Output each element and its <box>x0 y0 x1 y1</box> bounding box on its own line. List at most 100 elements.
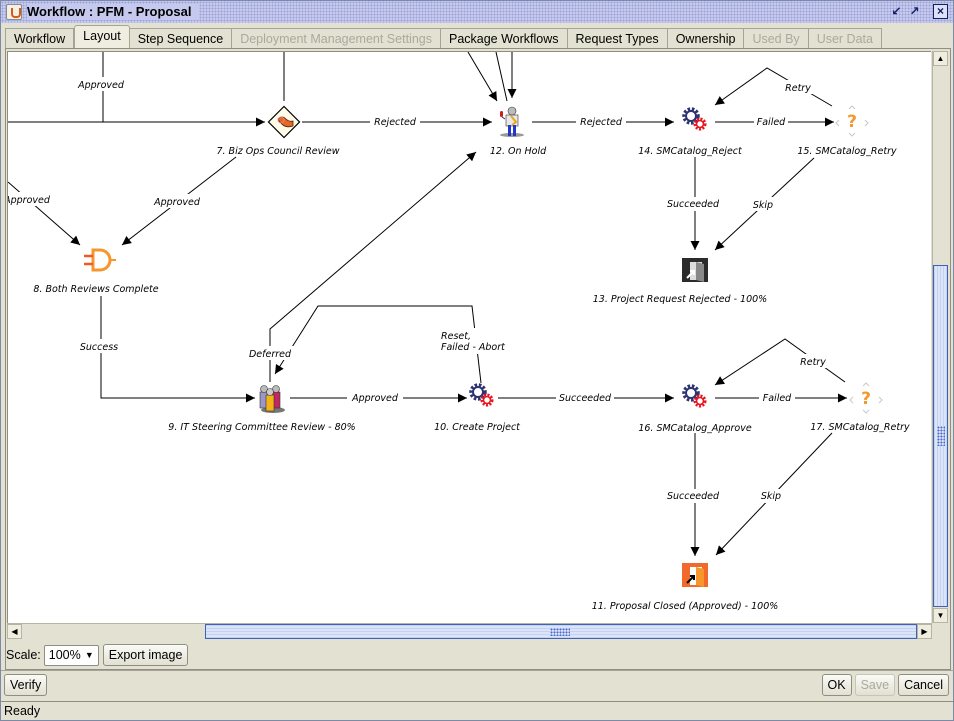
edge-label: Rejected <box>580 117 623 128</box>
tab-ownership[interactable]: Ownership <box>667 28 745 49</box>
horizontal-scrollbar[interactable]: ◀ ▶ <box>7 623 932 639</box>
workflow-window: Workflow : PFM - Proposal ↙ ↗ × Workflow… <box>0 0 954 721</box>
tab-deployment-management-settings: Deployment Management Settings <box>232 28 441 49</box>
tab-user-data: User Data <box>808 28 882 49</box>
close-icon[interactable]: × <box>933 4 948 19</box>
edge-label: Success <box>80 342 118 353</box>
tab-bar: Workflow Layout Step Sequence Deployment… <box>5 25 882 49</box>
dialog-buttons: OK Save Cancel <box>821 674 949 696</box>
node-12[interactable]: 12. On Hold <box>490 106 547 157</box>
edge-label: Approved <box>153 197 201 208</box>
minimize-icon[interactable]: ↙ <box>889 4 904 19</box>
node-label: 14. SMCatalog_Reject <box>638 146 743 157</box>
node-label: 8. Both Reviews Complete <box>33 284 158 295</box>
node-label: 13. Project Request Rejected - 100% <box>593 294 767 305</box>
node-11[interactable]: 11. Proposal Closed (Approved) - 100% <box>592 563 779 612</box>
scroll-up-arrow-icon[interactable]: ▲ <box>933 51 948 66</box>
node-label: 7. Biz Ops Council Review <box>216 146 339 157</box>
divider <box>1 670 954 671</box>
chevron-down-icon: ▼ <box>84 650 94 660</box>
decision-review-icon <box>267 105 301 139</box>
tab-step-sequence[interactable]: Step Sequence <box>129 28 233 49</box>
on-hold-person-icon <box>500 106 524 137</box>
node-10[interactable]: 10. Create Project <box>434 383 521 433</box>
node-8[interactable]: 8. Both Reviews Complete <box>33 248 159 295</box>
vertical-scrollbar[interactable]: ▲ ▼ <box>932 51 948 623</box>
node-label: 17. SMCatalog_Retry <box>810 422 910 433</box>
ok-button[interactable]: OK <box>821 674 852 696</box>
node-label: 15. SMCatalog_Retry <box>797 146 897 157</box>
question-condition-icon <box>835 105 869 137</box>
scroll-right-arrow-icon[interactable]: ▶ <box>917 624 932 639</box>
close-approved-exit-icon <box>682 563 708 587</box>
edge-label: Succeeded <box>667 199 720 210</box>
question-condition-icon <box>849 382 883 414</box>
edge-label: Approved <box>8 195 51 206</box>
export-image-button[interactable]: Export image <box>102 644 189 666</box>
and-gate-icon <box>84 248 116 272</box>
gears-icon <box>469 383 494 407</box>
edge-n15-n14-retry[interactable] <box>714 67 833 107</box>
save-button: Save <box>854 674 896 696</box>
node-label: 16. SMCatalog_Approve <box>638 423 751 434</box>
grip-icon <box>550 628 570 636</box>
close-rejected-exit-icon <box>682 258 708 282</box>
scroll-down-arrow-icon[interactable]: ▼ <box>933 608 948 623</box>
edge-label: Succeeded <box>559 393 612 404</box>
edge-left-n8-approved[interactable] <box>8 181 81 246</box>
node-label: 12. On Hold <box>490 146 547 157</box>
node-label: 11. Proposal Closed (Approved) - 100% <box>592 601 779 612</box>
edge-label: Failed <box>757 117 786 128</box>
edge-label-failed-abort: Failed - Abort <box>441 342 506 353</box>
edge-label-reset: Reset, <box>441 331 471 342</box>
node-16[interactable]: 16. SMCatalog_Approve <box>638 384 752 434</box>
edge-label: Retry <box>800 357 826 368</box>
node-15[interactable]: 15. SMCatalog_Retry <box>797 105 897 157</box>
edge-label: Skip <box>761 491 781 502</box>
edge-label: Deferred <box>249 349 292 360</box>
grip-icon <box>937 426 945 446</box>
edge-n8-n9-success[interactable] <box>100 296 255 403</box>
scale-select[interactable]: 100% ▼ <box>43 644 99 666</box>
scale-label: Scale: <box>6 648 41 662</box>
edge-label: Succeeded <box>667 491 720 502</box>
node-14[interactable]: 14. SMCatalog_Reject <box>638 107 743 157</box>
tab-workflow[interactable]: Workflow <box>5 28 75 49</box>
workflow-diagram[interactable]: ? <box>8 52 931 623</box>
node-7[interactable]: 7. Biz Ops Council Review <box>216 105 340 157</box>
scale-toolbar: Scale: 100% ▼ Export image <box>6 643 189 667</box>
tab-package-workflows[interactable]: Package Workflows <box>440 28 568 49</box>
node-label: 9. IT Steering Committee Review - 80% <box>168 422 355 433</box>
window-title: Workflow : PFM - Proposal <box>27 4 200 20</box>
tab-used-by: Used By <box>744 28 809 49</box>
edge-top-into-n12-a[interactable] <box>467 52 498 102</box>
edge-top-into-n12-b[interactable] <box>495 52 508 102</box>
verify-button[interactable]: Verify <box>4 674 48 696</box>
scroll-corner <box>932 623 948 639</box>
edge-label: Skip <box>753 200 773 211</box>
edge-label: Approved <box>351 393 399 404</box>
node-17[interactable]: 17. SMCatalog_Retry <box>810 382 910 433</box>
tab-layout[interactable]: Layout <box>74 25 130 49</box>
edge-label: Failed <box>763 393 792 404</box>
status-bar: Ready <box>1 701 953 721</box>
scroll-left-arrow-icon[interactable]: ◀ <box>7 624 22 639</box>
title-bar[interactable]: Workflow : PFM - Proposal ↙ ↗ × <box>1 1 953 23</box>
committee-people-icon <box>259 385 285 413</box>
node-13[interactable]: 13. Project Request Rejected - 100% <box>593 258 767 305</box>
edge-label: Approved <box>77 80 125 91</box>
edge-label: Rejected <box>374 117 417 128</box>
workflow-diagram-canvas[interactable]: ? <box>7 51 931 623</box>
node-9[interactable]: 9. IT Steering Committee Review - 80% <box>168 385 356 434</box>
horizontal-scroll-thumb[interactable] <box>205 624 917 639</box>
maximize-icon[interactable]: ↗ <box>907 4 922 19</box>
edge-label: Retry <box>785 83 811 94</box>
node-label: 10. Create Project <box>434 422 521 433</box>
gears-icon <box>682 384 707 408</box>
scale-value: 100% <box>48 648 81 662</box>
java-app-icon <box>6 4 22 20</box>
cancel-button[interactable]: Cancel <box>898 674 949 696</box>
gears-icon <box>682 107 707 131</box>
tab-request-types[interactable]: Request Types <box>567 28 668 49</box>
vertical-scroll-thumb[interactable] <box>933 265 948 607</box>
